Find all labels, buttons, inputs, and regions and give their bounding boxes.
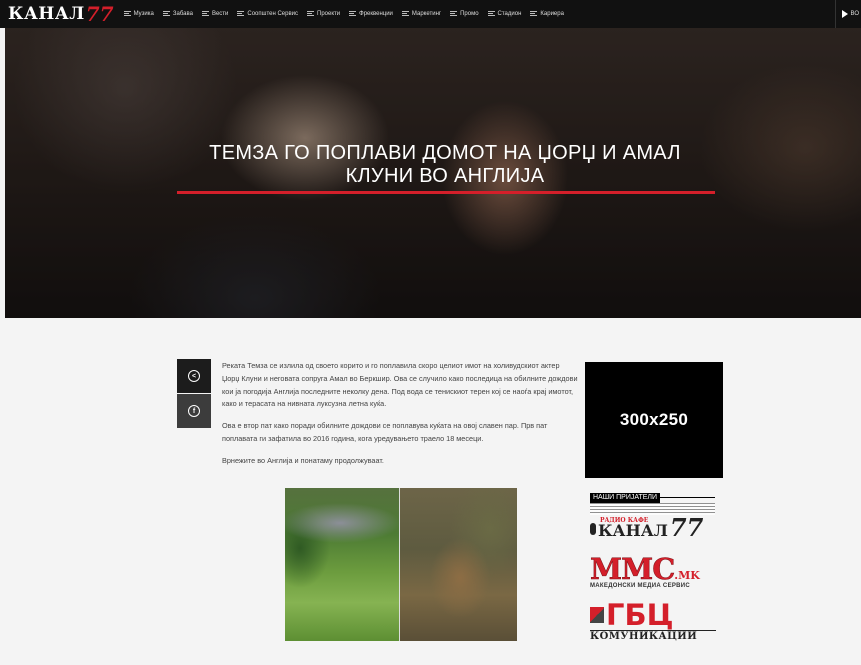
friends-title: НАШИ ПРИЈАТЕЛИ [590,493,661,503]
partner-mms[interactable]: MMC.MK МАКЕДОНСКИ МЕДИА СЕРВИС [590,554,718,594]
nav-item-proekti[interactable]: Проекти [307,11,340,17]
ad-banner[interactable]: 300x250 [585,362,723,478]
nav-item-label: Кариера [540,11,564,17]
nav-item-label: Соопштен Сервис [247,11,299,17]
nav-item-label: Музика [133,11,154,17]
partner-sub: РАДИО КАФЕ [600,517,649,524]
share-button[interactable]: < [177,359,211,393]
nav-item-label: Маркетинг [411,11,442,17]
partner-name: MMC [590,552,676,586]
nav-item-promo[interactable]: Промо [450,11,479,17]
menu-icon [237,11,245,17]
nav-item-frekvencii[interactable]: Фреквенции [349,11,393,17]
nav-item-label: Проекти [317,11,341,17]
top-navigation: КАНАЛ 77 Музика Забава Вести Соопштен Се… [0,0,861,28]
menu-icon [307,11,315,17]
logo-number: 77 [85,2,114,26]
article-title: ТЕМЗА ГО ПОПЛАВИ ДОМОТ НА ЏОРЏ И АМАЛ КЛ… [209,142,681,187]
nav-item-label: Стадион [497,11,522,17]
share-bar: < f [177,359,211,428]
share-icon: < [188,370,200,382]
menu-icon [487,11,495,17]
play-icon [841,10,848,18]
site-logo[interactable]: КАНАЛ 77 [0,0,114,28]
gbc-logo-icon [590,607,604,623]
menu-icon [349,11,357,17]
nav-item-zabava[interactable]: Забава [162,11,193,17]
nav-item-label: Забава [172,11,193,17]
nav-item-label: Вести [211,11,229,17]
nav-item-label: Промо [460,11,479,17]
ad-size-label: 300x250 [619,410,689,429]
live-button[interactable]: ВО [834,0,859,28]
nav-item-soopshten-servis[interactable]: Соопштен Сервис [237,11,298,17]
facebook-share-button[interactable]: f [177,394,211,428]
partner-radio-kafe-kanal77[interactable]: РАДИО КАФЕ КАНАЛ 77 [590,503,715,549]
photo-before [285,488,399,641]
menu-icon [123,11,131,17]
menu-icon [401,11,409,17]
partner-domain: .MK [674,569,700,582]
facebook-icon: f [188,405,200,417]
microphone-icon [590,523,596,535]
partner-gbc[interactable]: ГБЦ КОМУНИКАЦИИ [590,600,716,655]
logo-text: КАНАЛ [8,4,85,24]
nav-item-stadion[interactable]: Стадион [487,11,522,17]
partner-name: ГБЦ [606,598,674,632]
article-photo[interactable] [285,488,518,641]
menu-icon [450,11,458,17]
partner-sub: КОМУНИКАЦИИ [590,630,716,642]
live-label: ВО [850,11,859,17]
article-paragraph: Врнежите во Англија и понатаму продолжув… [222,455,384,465]
article-paragraph: Реката Темза се излила од своето корито … [222,361,578,409]
article-paragraph: Ова е втор пат како поради обилните дожд… [222,421,548,443]
title-underline [177,191,715,194]
partner-name: КАНАЛ [598,521,668,540]
friends-header: НАШИ ПРИЈАТЕЛИ [590,486,715,503]
menu-icon [201,11,209,17]
nav-item-vesti[interactable]: Вести [201,11,229,17]
nav-item-label: Фреквенции [359,11,393,17]
partner-caption-lines [590,503,715,515]
menu-icon [162,11,170,17]
nav-item-muzika[interactable]: Музика [123,11,154,17]
article-body: Реката Темза се излила од своето корито … [222,360,578,477]
hero-image: ТЕМЗА ГО ПОПЛАВИ ДОМОТ НА ЏОРЏ И АМАЛ КЛ… [5,28,861,318]
nav-item-kariera[interactable]: Кариера [530,11,564,17]
partner-number: 77 [669,513,704,542]
nav-item-marketing[interactable]: Маркетинг [401,11,442,17]
menu-icon [530,11,538,17]
photo-flooded [399,488,518,641]
